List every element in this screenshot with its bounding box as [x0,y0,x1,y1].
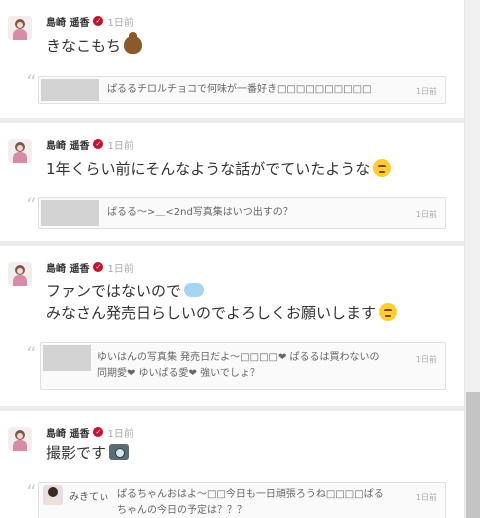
post-text: きなこもち [46,32,143,57]
quoted-reply[interactable]: みきてぃ ぱるちゃんおはよ〜□□今日も一日頑張ろうね□□□□ぱる ちゃんの今日の… [38,482,446,518]
post-time: 1日前 [107,140,134,152]
reply-text: ぱるるチロルチョコで何味が一番好き□□□□□□□□□□ [107,84,372,95]
reply-text-line-1: ゆいはんの写真集 発売日だよ〜□□□□❤ ぱるるは買わないの [97,352,380,363]
verified-icon: ✓ [93,262,104,272]
quoted-reply[interactable]: ゆいはんの写真集 発売日だよ〜□□□□❤ ぱるるは買わないの 同期愛❤ ゆいぱる… [40,342,446,390]
camera-emoji-icon [109,444,130,460]
scrollbar-thumb[interactable] [466,392,480,518]
post: 島崎 遥香 ✓ 1日前 きなこもち “ ぱるるチロルチョコで何味が一番好き□□□… [0,0,464,118]
post: 島崎 遥香 ✓ 1日前 1年くらい前にそんなような話がでていたような “ ぱるる… [0,123,464,241]
post-text: ファンではないので みなさん発売日らしいのでよろしくお願いします [46,280,398,324]
reply-text-line-2: 同期愛❤ ゆいぱる愛❤ 強いでしょ？ [97,368,260,379]
reply-user-avatar[interactable] [43,485,63,505]
quote-icon: “ [26,342,37,366]
reply-time: 1日前 [415,355,437,364]
redacted-thumbnail [41,79,99,101]
verified-icon: ✓ [93,16,104,26]
post: 島崎 遥香 ✓ 1日前 撮影です “ みきてぃ ぱるちゃんおはよ〜□□今日も一日… [0,411,464,518]
author-name[interactable]: 島崎 遥香 [46,137,89,152]
author-name[interactable]: 島崎 遥香 [46,260,89,275]
reply-text-line-1: ぱるちゃんおはよ〜□□今日も一日頑張ろうね□□□□ぱる [117,489,384,500]
verified-icon: ✓ [93,139,104,149]
avatar[interactable] [8,16,32,40]
reply-text: ぱるる〜>＿<2nd写真集はいつ出すの？ [107,207,293,218]
quoted-reply[interactable]: ぱるる〜>＿<2nd写真集はいつ出すの？ 1日前 [38,197,446,229]
reply-time: 1日前 [415,87,437,96]
quote-icon: “ [26,480,37,504]
author-name[interactable]: 島崎 遥香 [46,425,89,440]
post-meta: 島崎 遥香 ✓ 1日前 [46,14,134,29]
reply-user-name[interactable]: みきてぃ [69,488,109,503]
avatar[interactable] [8,139,32,163]
quote-icon: “ [26,70,37,94]
reply-time: 1日前 [415,493,437,502]
post-time: 1日前 [107,263,134,275]
avatar[interactable] [8,262,32,286]
post: 島崎 遥香 ✓ 1日前 ファンではないので みなさん発売日らしいのでよろしくお願… [0,246,464,406]
post-meta: 島崎 遥香 ✓ 1日前 [46,425,134,440]
post-time: 1日前 [107,17,134,29]
scrollbar[interactable] [464,0,480,518]
comment-feed[interactable]: 島崎 遥香 ✓ 1日前 きなこもち “ ぱるるチロルチョコで何味が一番好き□□□… [0,0,464,518]
quote-icon: “ [26,193,37,217]
avatar[interactable] [8,427,32,451]
post-time: 1日前 [107,428,134,440]
post-text: 撮影です [46,442,130,464]
redacted-thumbnail [41,200,99,226]
author-name[interactable]: 島崎 遥香 [46,14,89,29]
reply-time: 1日前 [415,210,437,219]
dash-emoji-icon [184,283,205,297]
verified-icon: ✓ [93,427,104,437]
quoted-reply[interactable]: ぱるるチロルチョコで何味が一番好き□□□□□□□□□□ 1日前 [38,76,446,104]
sleepy-face-emoji-icon [373,159,392,177]
post-meta: 島崎 遥香 ✓ 1日前 [46,137,134,152]
post-text: 1年くらい前にそんなような話がでていたような [46,158,392,180]
redacted-thumbnail [43,345,91,371]
poop-emoji-icon [124,32,143,54]
reply-text-line-2: ちゃんの今日の予定は？？？ [117,505,247,516]
sleepy-face-emoji-icon [379,303,398,321]
post-meta: 島崎 遥香 ✓ 1日前 [46,260,134,275]
